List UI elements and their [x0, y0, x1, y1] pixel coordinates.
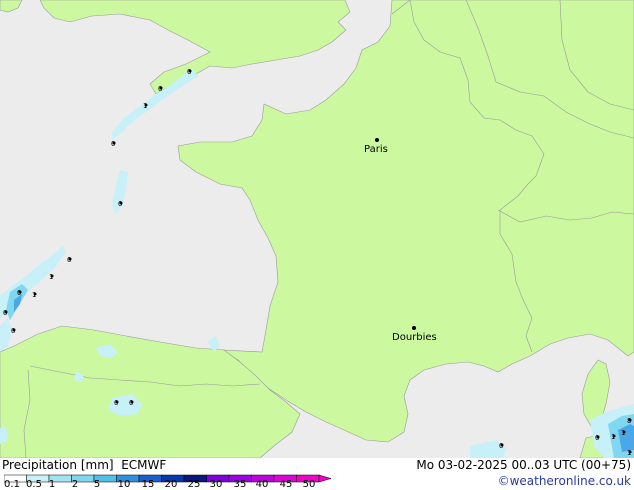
precip-label: 0	[3, 309, 7, 317]
color-scale-tick-label: 10	[117, 479, 131, 490]
color-scale-tick-label: 50	[302, 479, 316, 490]
color-scale-tick-label: 0.5	[26, 479, 42, 490]
color-scale-tick-label: 5	[93, 479, 101, 490]
color-scale-arrow	[318, 474, 332, 483]
precip-label: 1	[143, 102, 147, 110]
precip-label: 0	[17, 289, 21, 297]
color-scale-tick-label: 1	[48, 479, 56, 490]
model-name: ECMWF	[121, 458, 167, 472]
color-scale-tick-label: 20	[164, 479, 178, 490]
city-marker	[412, 326, 416, 330]
precip-label: 1	[627, 449, 631, 457]
precip-label: 1	[32, 291, 36, 299]
legend-title: Precipitation [mm] ECMWF	[2, 458, 166, 472]
precip-label: 1	[49, 273, 53, 281]
color-scale-tick-label: 15	[141, 479, 155, 490]
precipitation-map: 0 1 0 0 0 0 1 0 1 0 0 0 0 0 0 1 1 8 1 Pa…	[0, 0, 634, 458]
precip-label: 0	[67, 256, 71, 264]
color-scale-tick-label: 30	[209, 479, 223, 490]
credit-link[interactable]: ©weatheronline.co.uk	[498, 474, 631, 488]
precip-label: 0	[158, 85, 162, 93]
city-label: Dourbies	[392, 332, 437, 343]
precip-label: 0	[118, 200, 122, 208]
legend-bar: Precipitation [mm] ECMWF Mo 03-02-2025 0…	[0, 458, 634, 490]
color-scale-tick-label: 25	[187, 479, 201, 490]
precip-label: 0	[114, 399, 118, 407]
color-scale-tick-label: 45	[279, 479, 293, 490]
color-scale-tick-label: 2	[71, 479, 79, 490]
city-label: Paris	[364, 144, 388, 155]
legend-title-text: Precipitation [mm]	[2, 458, 114, 472]
color-scale-tick-label: 40	[255, 479, 269, 490]
precip-label: 0	[595, 434, 599, 442]
precip-label: 1	[621, 429, 625, 437]
color-scale-tick-label: 0.1	[4, 479, 20, 490]
precip-label: 0	[187, 68, 191, 76]
precip-label: 1	[611, 433, 615, 441]
precip-label: 0	[499, 442, 503, 450]
precip-label: 0	[11, 327, 15, 335]
precip-label: 0	[129, 399, 133, 407]
precip-label: 0	[111, 140, 115, 148]
color-scale-tick-label: 35	[233, 479, 247, 490]
forecast-date: Mo 03-02-2025 00..03 UTC (00+75)	[416, 458, 631, 472]
precip-label: 8	[627, 417, 631, 425]
city-marker	[375, 138, 379, 142]
